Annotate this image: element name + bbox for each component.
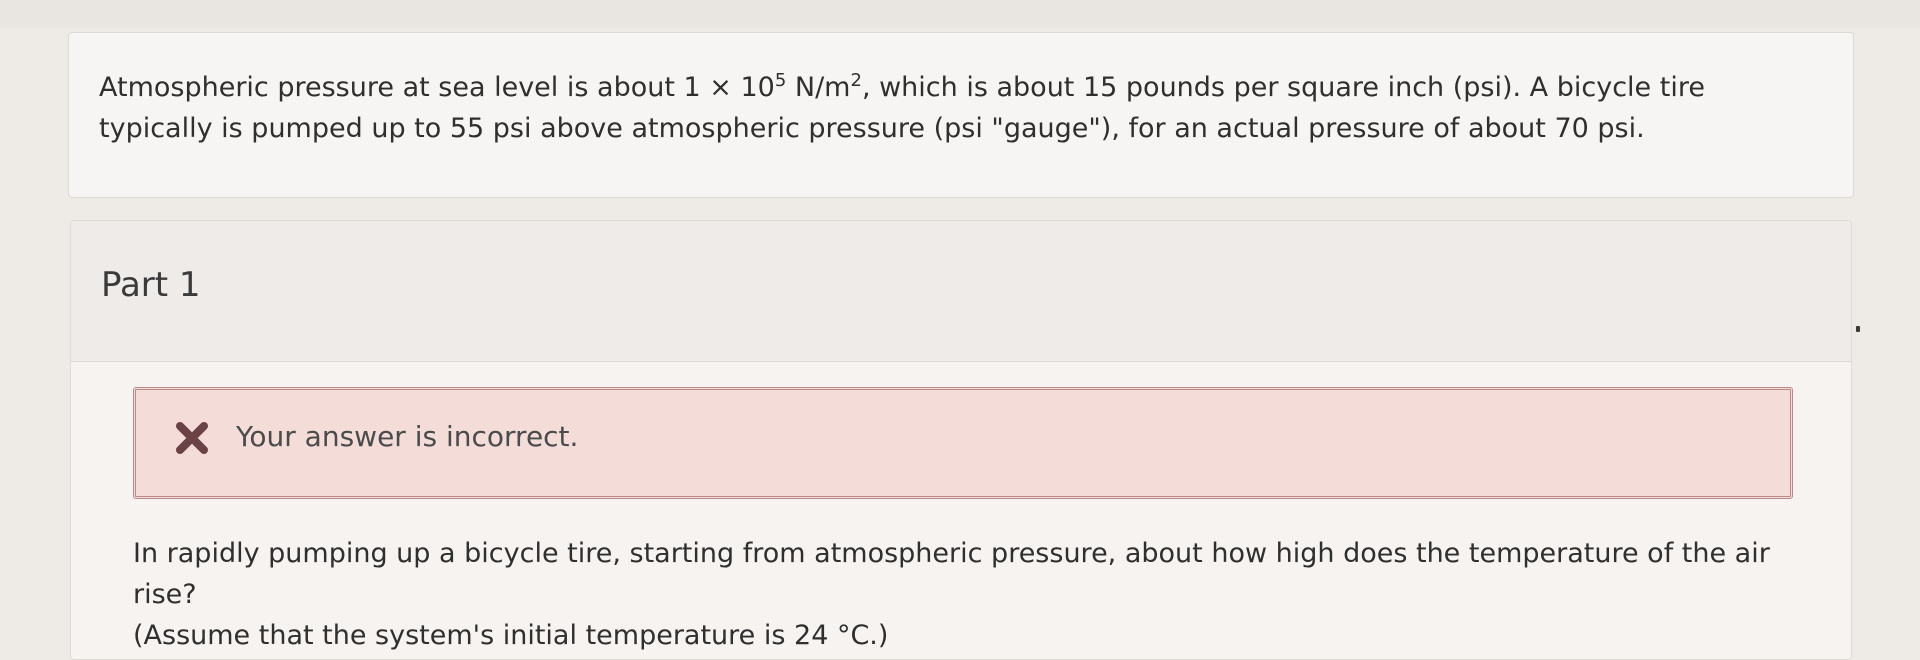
intro-exponent-a: 5: [774, 70, 787, 91]
page-top-band: [0, 0, 1920, 28]
intro-text-b: N/m: [786, 72, 851, 103]
x-mark-icon: [174, 418, 210, 458]
intro-text-a: Atmospheric pressure at sea level is abo…: [99, 72, 775, 103]
alert-message: Your answer is incorrect.: [236, 420, 579, 453]
part-title: Part 1: [101, 265, 201, 305]
intro-exponent-b: 2: [850, 70, 862, 91]
scroll-marker: [1856, 326, 1860, 332]
question-text: In rapidly pumping up a bicycle tire, st…: [133, 533, 1813, 656]
question-line-2: (Assume that the system's initial temper…: [133, 620, 889, 651]
incorrect-answer-alert: Your answer is incorrect.: [133, 387, 1793, 499]
question-line-1: In rapidly pumping up a bicycle tire, st…: [133, 538, 1770, 610]
problem-statement-card: Atmospheric pressure at sea level is abo…: [68, 32, 1854, 198]
part-header: Part 1: [71, 221, 1851, 362]
part-card: Part 1 Your answer is incorrect. In rapi…: [70, 220, 1852, 660]
problem-statement-text: Atmospheric pressure at sea level is abo…: [99, 67, 1819, 149]
